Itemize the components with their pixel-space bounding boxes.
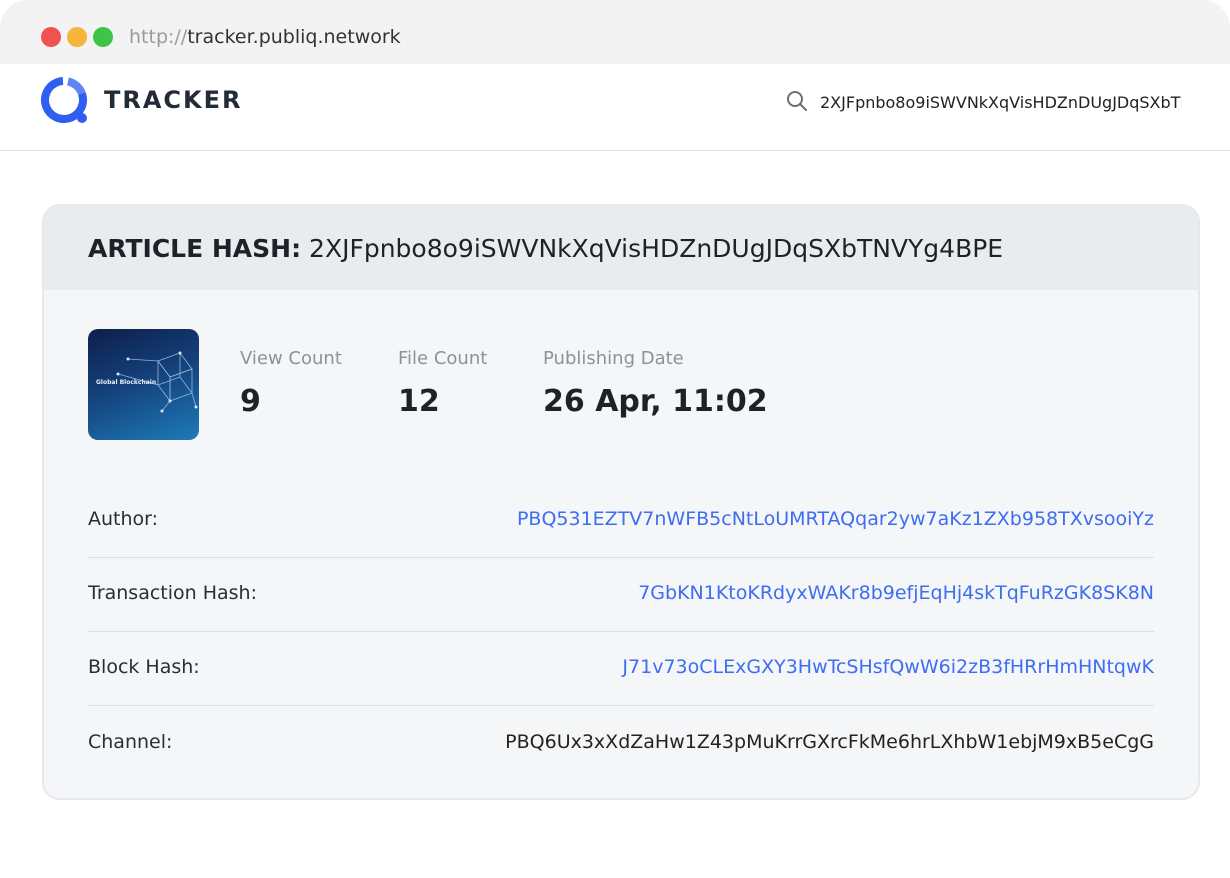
channel-label: Channel: xyxy=(88,731,173,753)
channel-value: PBQ6Ux3xXdZaHw1Z43pMuKrrGXrcFkMe6hrLXhbW… xyxy=(505,731,1154,753)
search-icon[interactable] xyxy=(786,90,808,112)
article-hash-value: 2XJFpnbo8o9iSWVNkXqVisHDZnDUgJDqSXbTNVYg… xyxy=(309,234,1004,263)
address-bar[interactable]: http://tracker.publiq.network xyxy=(129,26,401,48)
view-count-label: View Count xyxy=(240,348,342,369)
article-hash-label: ARTICLE HASH: xyxy=(88,234,302,263)
url-host: tracker.publiq.network xyxy=(187,26,401,48)
browser-titlebar: http://tracker.publiq.network xyxy=(0,0,1230,64)
transaction-hash-link[interactable]: 7GbKN1KtoKRdyxWAKr8b9efjEqHj4skTqFuRzGK8… xyxy=(638,582,1154,604)
thumbnail-caption: Global Blockchain xyxy=(96,379,157,386)
url-protocol: http:// xyxy=(129,26,188,48)
article-hash-title: ARTICLE HASH: 2XJFpnbo8o9iSWVNkXqVisHDZn… xyxy=(88,234,1003,263)
detail-row-block-hash: Block Hash: J71v73oCLExGXY3HwTcSHsfQwW6i… xyxy=(88,631,1154,706)
tracker-logo-icon[interactable] xyxy=(40,76,92,128)
author-link[interactable]: PBQ531EZTV7nWFB5cNtLoUMRTAQqar2yw7aKz1ZX… xyxy=(517,508,1154,530)
article-thumbnail[interactable]: Global Blockchain xyxy=(88,329,199,440)
detail-row-channel: Channel: PBQ6Ux3xXdZaHw1Z43pMuKrrGXrcFkM… xyxy=(88,706,1154,780)
maximize-window-button[interactable] xyxy=(93,27,113,47)
detail-row-transaction-hash: Transaction Hash: 7GbKN1KtoKRdyxWAKr8b9e… xyxy=(88,557,1154,632)
logo-text[interactable]: TRACKER xyxy=(104,86,243,114)
block-hash-link[interactable]: J71v73oCLExGXY3HwTcSHsfQwW6i2zB3fHRrHmHN… xyxy=(622,656,1154,678)
article-card: ARTICLE HASH: 2XJFpnbo8o9iSWVNkXqVisHDZn… xyxy=(42,204,1200,800)
search-bar xyxy=(786,90,1186,116)
author-label: Author: xyxy=(88,508,159,530)
close-window-button[interactable] xyxy=(41,27,61,47)
view-count-value: 9 xyxy=(240,384,261,419)
search-input[interactable] xyxy=(820,90,1182,114)
file-count-value: 12 xyxy=(398,384,440,419)
minimize-window-button[interactable] xyxy=(67,27,87,47)
transaction-hash-label: Transaction Hash: xyxy=(88,582,258,604)
publishing-date-label: Publishing Date xyxy=(543,348,684,369)
detail-row-author: Author: PBQ531EZTV7nWFB5cNtLoUMRTAQqar2y… xyxy=(88,483,1154,558)
publishing-date-value: 26 Apr, 11:02 xyxy=(543,384,768,419)
article-card-header: ARTICLE HASH: 2XJFpnbo8o9iSWVNkXqVisHDZn… xyxy=(44,206,1198,290)
block-hash-label: Block Hash: xyxy=(88,656,200,678)
file-count-label: File Count xyxy=(398,348,488,369)
site-header: TRACKER xyxy=(0,64,1230,151)
